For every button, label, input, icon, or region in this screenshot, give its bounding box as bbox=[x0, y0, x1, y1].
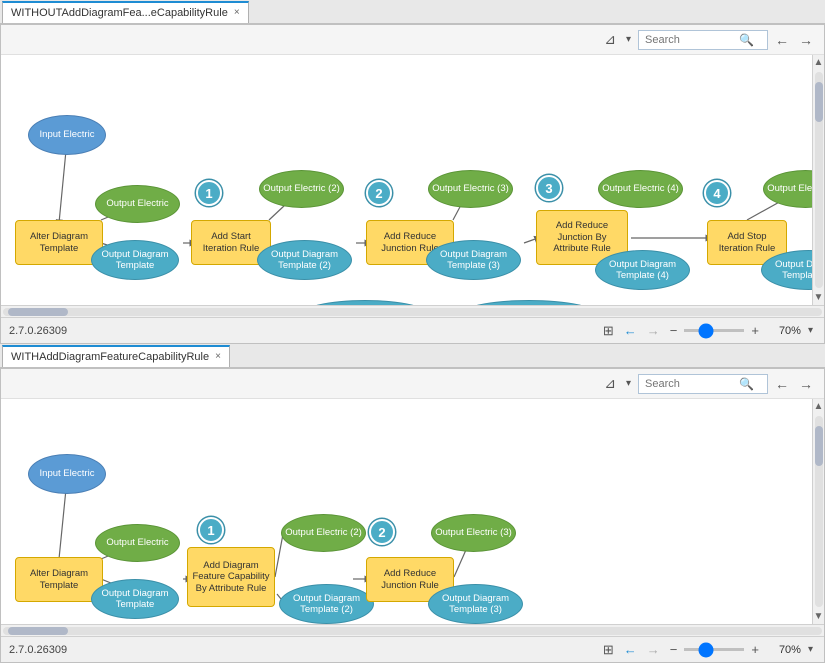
bottom-tab-bar: WITHAddDiagramFeatureCapabilityRule × bbox=[0, 344, 825, 368]
node-input_electric_bot[interactable]: Input Electric bbox=[28, 454, 106, 494]
v-scroll-bot-bot[interactable]: ▼ bbox=[812, 609, 824, 624]
nav-next-bot[interactable]: → bbox=[644, 641, 663, 658]
filter-dropdown-bot[interactable]: ▾ bbox=[623, 376, 634, 391]
node-output_diagram_4[interactable]: Output Diagram Template (4) bbox=[595, 250, 690, 290]
search-input-top[interactable] bbox=[645, 34, 735, 46]
node-output_electric_4[interactable]: Output Electric (4) bbox=[598, 170, 683, 208]
badge-2: 2 bbox=[366, 180, 392, 206]
node-output_diagram_3[interactable]: Output Diagram Template (3) bbox=[426, 240, 521, 280]
nav-next-top[interactable]: → bbox=[644, 322, 663, 339]
node-output_diagram_b2[interactable]: Output Diagram Template (2) bbox=[279, 584, 374, 624]
node-output_electric_3[interactable]: Output Electric (3) bbox=[428, 170, 513, 208]
filter-icon-bot[interactable]: ⊿ bbox=[601, 373, 619, 394]
zoom-value-bot: 70% bbox=[766, 644, 801, 656]
bot-status-bar: 2.7.0.26309 ⊞ ← → − + 70% ▾ bbox=[1, 636, 824, 662]
zoom-out-bot[interactable]: − bbox=[667, 641, 681, 658]
nav-right-bot[interactable]: → bbox=[796, 374, 816, 394]
top-diagram-panel: ⊿ ▾ 🔍 ← → bbox=[0, 24, 825, 344]
nav-prev-bot[interactable]: ← bbox=[621, 641, 640, 658]
badge-4: 4 bbox=[704, 180, 730, 206]
tab-without[interactable]: WITHOUTAddDiagramFea...eCapabilityRule × bbox=[2, 1, 249, 23]
zoom-value-top: 70% bbox=[766, 325, 801, 337]
node-output_electric_b1[interactable]: Output Electric bbox=[95, 524, 180, 562]
zoom-slider-bot[interactable] bbox=[684, 648, 744, 651]
top-canvas: Input Electric Output ElectricAlter Diagr… bbox=[1, 55, 824, 305]
zoom-in-bot[interactable]: + bbox=[748, 641, 762, 658]
nav-left-bot[interactable]: ← bbox=[772, 374, 792, 394]
tab-with-close[interactable]: × bbox=[215, 351, 221, 362]
bottom-diagram-panel: ⊿ ▾ 🔍 ← → bbox=[0, 368, 825, 663]
node-output_diagram_b1[interactable]: Output Diagram Template bbox=[91, 579, 179, 619]
filter-icon-top[interactable]: ⊿ bbox=[601, 29, 619, 50]
search-box-bot: 🔍 bbox=[638, 374, 768, 394]
top-version: 2.7.0.26309 bbox=[9, 325, 67, 337]
v-scroll-bot-top[interactable]: ▼ bbox=[812, 290, 824, 305]
top-zoom-controls: ⊞ ← → − + 70% ▾ bbox=[600, 322, 816, 340]
badge-3: 3 bbox=[536, 175, 562, 201]
fit-icon-bot[interactable]: ⊞ bbox=[600, 641, 617, 659]
node-alter_diagram_b[interactable]: Alter Diagram Template bbox=[15, 557, 103, 602]
node-output_diagram_2[interactable]: Output Diagram Template (2) bbox=[257, 240, 352, 280]
v-scroll-top-bot[interactable]: ▲ bbox=[812, 399, 824, 414]
badge-1: 1 bbox=[196, 180, 222, 206]
node-output_electric_b3[interactable]: Output Electric (3) bbox=[431, 514, 516, 552]
zoom-slider-top[interactable] bbox=[684, 329, 744, 332]
nav-prev-top[interactable]: ← bbox=[621, 322, 640, 339]
zoom-in-top[interactable]: + bbox=[748, 322, 762, 339]
top-status-bar: 2.7.0.26309 ⊞ ← → − + 70% ▾ bbox=[1, 317, 824, 343]
bot-v-scrollbar[interactable]: ▲ ▼ bbox=[812, 399, 824, 624]
node-output_electric_1[interactable]: Output Electric bbox=[95, 185, 180, 223]
node-output_electric_b2[interactable]: Output Electric (2) bbox=[281, 514, 366, 552]
nav-left-top[interactable]: ← bbox=[772, 30, 792, 50]
node-output_diagram_1[interactable]: Output Diagram Template bbox=[91, 240, 179, 280]
node-output_diagram_b3[interactable]: Output Diagram Template (3) bbox=[428, 584, 523, 624]
tab-without-label: WITHOUTAddDiagramFea...eCapabilityRule bbox=[11, 7, 228, 19]
zoom-out-top[interactable]: − bbox=[667, 322, 681, 339]
badge-2: 2 bbox=[369, 519, 395, 545]
node-alter_diagram[interactable]: Alter Diagram Template bbox=[15, 220, 103, 265]
top-toolbar: ⊿ ▾ 🔍 ← → bbox=[1, 25, 824, 55]
top-h-scrollbar[interactable] bbox=[1, 305, 824, 317]
v-scroll-top-top[interactable]: ▲ bbox=[812, 55, 824, 70]
zoom-dropdown-bot[interactable]: ▾ bbox=[805, 643, 816, 656]
node-output_electric_2[interactable]: Output Electric (2) bbox=[259, 170, 344, 208]
filter-dropdown-top[interactable]: ▾ bbox=[623, 32, 634, 47]
node-add_diagram_feature[interactable]: Add Diagram Feature Capability By Attrib… bbox=[187, 547, 275, 607]
search-box-top: 🔍 bbox=[638, 30, 768, 50]
tab-with[interactable]: WITHAddDiagramFeatureCapabilityRule × bbox=[2, 345, 230, 367]
node-input_electric_top[interactable]: Input Electric bbox=[28, 115, 106, 155]
search-input-bot[interactable] bbox=[645, 378, 735, 390]
bottom-canvas: Input Electric Output ElectricAlter Diagr… bbox=[1, 399, 824, 624]
nav-right-top[interactable]: → bbox=[796, 30, 816, 50]
node-elec_dist_2[interactable]: ElectricDistributionDevice (2) bbox=[459, 300, 599, 305]
tab-without-close[interactable]: × bbox=[234, 7, 240, 18]
top-v-scrollbar[interactable]: ▲ ▼ bbox=[812, 55, 824, 305]
tab-with-label: WITHAddDiagramFeatureCapabilityRule bbox=[11, 351, 209, 363]
badge-1: 1 bbox=[198, 517, 224, 543]
zoom-dropdown-top[interactable]: ▾ bbox=[805, 324, 816, 337]
search-icon-bot: 🔍 bbox=[739, 377, 754, 391]
bot-h-scrollbar[interactable] bbox=[1, 624, 824, 636]
top-tab-bar: WITHOUTAddDiagramFea...eCapabilityRule × bbox=[0, 0, 825, 24]
bot-zoom-controls: ⊞ ← → − + 70% ▾ bbox=[600, 641, 816, 659]
bottom-toolbar: ⊿ ▾ 🔍 ← → bbox=[1, 369, 824, 399]
node-elec_dist_1[interactable]: ElectricDistributionDevice bbox=[300, 300, 430, 305]
fit-icon-top[interactable]: ⊞ bbox=[600, 322, 617, 340]
bot-version: 2.7.0.26309 bbox=[9, 644, 67, 656]
search-icon-top: 🔍 bbox=[739, 33, 754, 47]
